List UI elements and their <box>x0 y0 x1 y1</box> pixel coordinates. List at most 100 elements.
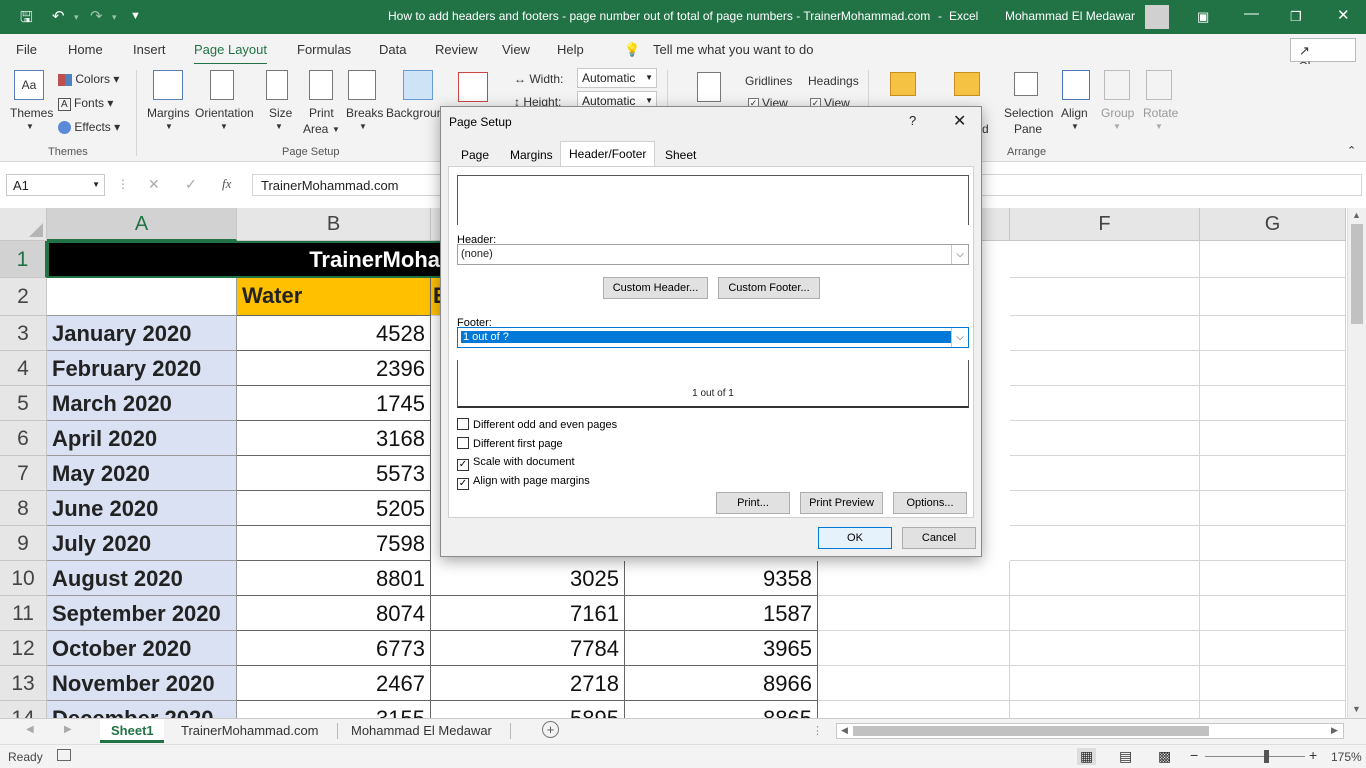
colors-button[interactable]: Colors ▾ <box>58 72 119 86</box>
scroll-down-icon[interactable]: ▼ <box>1352 704 1361 714</box>
value-cell[interactable]: 9358 <box>625 561 818 596</box>
custom-header-button[interactable]: Custom Header... <box>603 277 708 299</box>
cell-empty[interactable] <box>47 278 237 316</box>
prev-sheet-icon[interactable]: ◀ <box>26 724 34 735</box>
tell-me-search[interactable]: Tell me what you want to do <box>653 42 813 57</box>
dialog-close-icon[interactable]: ✕ <box>953 111 966 131</box>
cell-empty[interactable] <box>1200 316 1346 351</box>
customize-toolbar-icon[interactable]: ▼ <box>130 10 141 22</box>
scroll-right-icon[interactable]: ▶ <box>1331 725 1338 736</box>
cell-empty[interactable] <box>1200 596 1346 631</box>
cell-empty[interactable] <box>1010 421 1200 456</box>
cell-empty[interactable] <box>1010 278 1200 316</box>
background-icon[interactable] <box>403 70 433 100</box>
redo-dropdown-icon[interactable]: ▾ <box>112 12 117 23</box>
tab-page[interactable]: Page <box>453 143 497 166</box>
redo-icon[interactable]: ↷ <box>90 7 103 25</box>
cell-empty[interactable] <box>1010 666 1200 701</box>
title-cell[interactable]: TrainerMoha <box>47 241 447 278</box>
tab-data[interactable]: Data <box>379 42 406 57</box>
cell-empty[interactable] <box>1010 596 1200 631</box>
name-box[interactable]: A1 ▼ <box>6 174 105 196</box>
share-button[interactable]: ↗ Share <box>1290 38 1356 74</box>
orientation-button[interactable]: Orientation <box>195 106 254 120</box>
horizontal-scrollbar[interactable]: ◀ ▶ <box>836 723 1344 739</box>
minimize-icon[interactable]: — <box>1244 5 1259 22</box>
tab-sheet[interactable]: Sheet <box>657 143 704 166</box>
collapse-ribbon-icon[interactable]: ⌃ <box>1347 144 1356 157</box>
month-cell[interactable]: December 2020 <box>47 701 237 718</box>
save-icon[interactable]: 🖫 <box>20 7 33 32</box>
cell-empty[interactable] <box>1200 386 1346 421</box>
ok-button[interactable]: OK <box>818 527 892 549</box>
value-cell[interactable]: 8865 <box>625 701 818 718</box>
value-cell[interactable]: 5895 <box>431 701 625 718</box>
help-button[interactable]: ? <box>909 113 916 128</box>
width-dropdown[interactable]: Automatic ▼ <box>577 68 657 88</box>
normal-view-icon[interactable]: ▦ <box>1077 748 1097 765</box>
cell-empty[interactable] <box>1010 456 1200 491</box>
margins-button[interactable]: Margins <box>147 106 190 120</box>
month-cell[interactable]: January 2020 <box>47 316 237 351</box>
value-cell[interactable]: 7784 <box>431 631 625 666</box>
user-name[interactable]: Mohammad El Medawar <box>1005 9 1135 23</box>
cell-empty[interactable] <box>1200 631 1346 666</box>
bring-forward-icon[interactable] <box>890 72 916 96</box>
align-icon[interactable] <box>1062 70 1090 100</box>
tab-home[interactable]: Home <box>68 42 103 57</box>
value-cell[interactable]: 3155 <box>237 701 431 718</box>
cell-empty[interactable] <box>1010 491 1200 526</box>
cell-empty[interactable] <box>1200 351 1346 386</box>
row-header[interactable]: 5 <box>0 386 47 421</box>
tab-formulas[interactable]: Formulas <box>297 42 351 57</box>
print-area-area-label[interactable]: Area <box>303 122 328 136</box>
value-cell[interactable]: 1745 <box>237 386 431 421</box>
custom-footer-button[interactable]: Custom Footer... <box>718 277 820 299</box>
month-cell[interactable]: October 2020 <box>47 631 237 666</box>
cell-empty[interactable] <box>1010 526 1200 561</box>
tab-header-footer[interactable]: Header/Footer <box>560 141 656 167</box>
margins-icon[interactable] <box>153 70 183 100</box>
themes-button[interactable]: Themes <box>10 106 53 120</box>
month-cell[interactable]: June 2020 <box>47 491 237 526</box>
value-cell[interactable]: 7161 <box>431 596 625 631</box>
sheet-tab-trainermohammad[interactable]: TrainerMohammad.com <box>181 723 319 738</box>
row-header[interactable]: 3 <box>0 316 47 351</box>
macro-record-icon[interactable] <box>57 749 71 761</box>
header-dropdown[interactable]: (none) ⌵ <box>457 244 969 265</box>
different-first-page-checkbox[interactable]: Different first page <box>457 437 563 450</box>
print-area-print-label[interactable]: Print <box>309 106 334 120</box>
footer-dropdown[interactable]: 1 out of ? ⌵ <box>457 327 969 348</box>
month-cell[interactable]: May 2020 <box>47 456 237 491</box>
tab-insert[interactable]: Insert <box>133 42 166 57</box>
selection-pane-label-1[interactable]: Selection <box>1004 106 1053 120</box>
cell-empty[interactable] <box>1010 241 1200 278</box>
scrollbar-thumb[interactable] <box>853 726 1209 736</box>
month-cell[interactable]: March 2020 <box>47 386 237 421</box>
row-header[interactable]: 10 <box>0 561 47 596</box>
cell-empty[interactable] <box>1010 631 1200 666</box>
cell-empty[interactable] <box>818 666 1010 701</box>
value-cell[interactable]: 7598 <box>237 526 431 561</box>
cell-empty[interactable] <box>1010 351 1200 386</box>
value-cell[interactable]: 3965 <box>625 631 818 666</box>
value-cell[interactable]: 3025 <box>431 561 625 596</box>
value-cell[interactable]: 2396 <box>237 351 431 386</box>
row-header[interactable]: 12 <box>0 631 47 666</box>
selection-pane-icon[interactable] <box>1014 72 1038 96</box>
scale-with-document-checkbox[interactable]: ✓ Scale with document <box>457 456 575 471</box>
restore-icon[interactable]: ❐ <box>1290 9 1302 25</box>
cell-empty[interactable] <box>1200 241 1346 278</box>
cell-empty[interactable] <box>818 701 1010 718</box>
cell-empty[interactable] <box>1010 701 1200 718</box>
value-cell[interactable]: 4528 <box>237 316 431 351</box>
align-button[interactable]: Align <box>1061 106 1088 120</box>
value-cell[interactable]: 2467 <box>237 666 431 701</box>
cell-empty[interactable] <box>818 631 1010 666</box>
row-header[interactable]: 9 <box>0 526 47 561</box>
page-layout-view-icon[interactable]: ▤ <box>1119 748 1132 765</box>
print-area-icon[interactable] <box>309 70 333 100</box>
column-header-b[interactable]: B <box>237 208 431 241</box>
cell-empty[interactable] <box>1200 491 1346 526</box>
cell-empty[interactable] <box>1010 316 1200 351</box>
